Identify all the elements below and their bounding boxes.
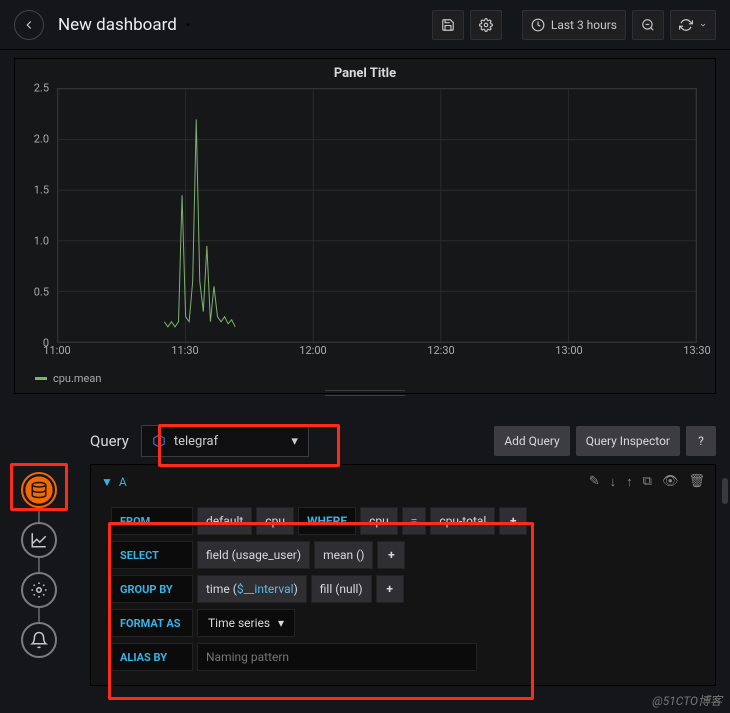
resize-handle[interactable] bbox=[325, 390, 405, 396]
y-axis: 00.51.01.52.02.5 bbox=[15, 88, 55, 343]
query-help-button[interactable]: ? bbox=[686, 426, 716, 456]
watermark-text: @51CTO博客 bbox=[652, 692, 722, 709]
database-icon bbox=[30, 481, 48, 499]
query-header: Query telegraf ▾ Add Query Query Inspect… bbox=[90, 418, 716, 464]
datasource-name: telegraf bbox=[174, 434, 218, 449]
query-body: Query telegraf ▾ Add Query Query Inspect… bbox=[90, 418, 716, 713]
groupby-time-suffix: ) bbox=[294, 582, 298, 596]
gear-bug-icon bbox=[30, 581, 48, 599]
legend-label: cpu.mean bbox=[53, 372, 101, 385]
select-keyword: SELECT bbox=[111, 541, 193, 569]
tab-connector bbox=[38, 508, 40, 522]
query-letter: A bbox=[119, 475, 127, 489]
alias-keyword: ALIAS BY bbox=[111, 643, 193, 671]
caret-down-icon: ▾ bbox=[278, 616, 284, 630]
query-row-header[interactable]: ▼ A ✎ ↓ ↑ ⧉ 👁 🗑 bbox=[91, 465, 715, 499]
where-keyword: WHERE bbox=[298, 507, 356, 535]
tab-connector bbox=[38, 558, 40, 572]
panel: Panel Title 00.51.01.52.02.5 11:0011:301… bbox=[14, 58, 716, 394]
edit-icon[interactable]: ✎ bbox=[589, 474, 600, 490]
refresh-button[interactable] bbox=[670, 10, 716, 40]
query-list: ▼ A ✎ ↓ ↑ ⧉ 👁 🗑 FROM default cpu WHERE bbox=[90, 464, 716, 686]
panel-title[interactable]: Panel Title bbox=[15, 59, 715, 88]
add-query-button[interactable]: Add Query bbox=[494, 426, 569, 456]
tab-queries[interactable] bbox=[21, 472, 57, 508]
legend-swatch bbox=[35, 377, 47, 380]
where-value-segment[interactable]: cpu-total bbox=[430, 507, 495, 535]
where-tag-segment[interactable]: cpu bbox=[360, 507, 398, 535]
add-where-button[interactable]: + bbox=[499, 507, 527, 535]
move-up-icon[interactable]: ↑ bbox=[626, 474, 633, 490]
zoom-out-button[interactable] bbox=[632, 10, 664, 40]
format-row: FORMAT AS Time series ▾ bbox=[111, 607, 705, 639]
query-row-actions: ✎ ↓ ↑ ⧉ 👁 🗑 bbox=[589, 474, 705, 490]
from-keyword: FROM bbox=[111, 507, 193, 535]
x-axis: 11:0011:3012:0012:3013:0013:30 bbox=[57, 344, 697, 364]
chart-icon bbox=[30, 531, 48, 549]
where-operator-segment[interactable]: = bbox=[402, 507, 427, 535]
query-inspector-button[interactable]: Query Inspector bbox=[576, 426, 680, 456]
gear-icon bbox=[479, 18, 493, 32]
save-icon bbox=[441, 18, 455, 32]
measurement-segment[interactable]: cpu bbox=[256, 507, 294, 535]
datasource-select[interactable]: telegraf ▾ bbox=[141, 425, 309, 457]
groupby-time-segment[interactable]: time ($__interval) bbox=[197, 575, 307, 603]
alias-row: ALIAS BY bbox=[111, 641, 705, 673]
alias-input[interactable] bbox=[197, 643, 477, 671]
bell-icon bbox=[30, 631, 48, 649]
settings-button[interactable] bbox=[470, 10, 502, 40]
back-button[interactable] bbox=[14, 10, 44, 40]
from-row: FROM default cpu WHERE cpu = cpu-total + bbox=[111, 505, 705, 537]
top-toolbar: New dashboard Last 3 hours bbox=[0, 0, 730, 50]
groupby-time-var: $__interval bbox=[237, 582, 294, 596]
format-value: Time series bbox=[208, 616, 270, 630]
tab-alert[interactable] bbox=[21, 622, 57, 658]
tab-connector bbox=[38, 608, 40, 622]
plot-area[interactable] bbox=[57, 88, 697, 343]
toolbar-right-group: Last 3 hours bbox=[432, 10, 716, 40]
add-groupby-button[interactable]: + bbox=[376, 575, 404, 603]
dashboard-title-dropdown[interactable]: New dashboard bbox=[58, 15, 193, 35]
arrow-left-icon bbox=[22, 18, 36, 32]
toggle-visibility-icon[interactable]: 👁 bbox=[662, 474, 679, 490]
influxdb-icon bbox=[152, 434, 166, 448]
add-select-button[interactable]: + bbox=[377, 541, 405, 569]
query-rows: FROM default cpu WHERE cpu = cpu-total +… bbox=[91, 499, 715, 685]
time-range-text: Last 3 hours bbox=[551, 18, 617, 32]
tab-visualization[interactable] bbox=[21, 522, 57, 558]
save-button[interactable] bbox=[432, 10, 464, 40]
format-keyword: FORMAT AS bbox=[111, 609, 193, 637]
move-down-icon[interactable]: ↓ bbox=[610, 474, 617, 490]
time-range-button[interactable]: Last 3 hours bbox=[522, 10, 626, 40]
format-select[interactable]: Time series ▾ bbox=[197, 609, 295, 637]
duplicate-icon[interactable]: ⧉ bbox=[643, 474, 652, 490]
select-agg-segment[interactable]: mean () bbox=[314, 541, 373, 569]
caret-down-icon: ▾ bbox=[291, 434, 298, 449]
caret-down-icon bbox=[699, 21, 707, 29]
scrollbar-thumb[interactable] bbox=[722, 478, 728, 504]
delete-icon[interactable]: 🗑 bbox=[688, 474, 705, 490]
select-row: SELECT field (usage_user) mean () + bbox=[111, 539, 705, 571]
caret-down-icon bbox=[183, 20, 193, 30]
panel-editor: Query telegraf ▾ Add Query Query Inspect… bbox=[14, 418, 716, 713]
dashboard-title-text: New dashboard bbox=[58, 15, 177, 35]
query-section-title: Query bbox=[90, 432, 129, 450]
retention-policy-segment[interactable]: default bbox=[197, 507, 252, 535]
editor-tab-sidebar bbox=[14, 464, 64, 666]
caret-down-icon: ▼ bbox=[101, 475, 113, 489]
groupby-row: GROUP BY time ($__interval) fill (null) … bbox=[111, 573, 705, 605]
zoom-out-icon bbox=[641, 18, 655, 32]
clock-icon bbox=[531, 18, 545, 32]
refresh-icon bbox=[679, 18, 693, 32]
select-field-segment[interactable]: field (usage_user) bbox=[197, 541, 310, 569]
tab-general[interactable] bbox=[21, 572, 57, 608]
groupby-fill-segment[interactable]: fill (null) bbox=[311, 575, 372, 603]
groupby-keyword: GROUP BY bbox=[111, 575, 193, 603]
chart-area[interactable]: 00.51.01.52.02.5 11:0011:3012:0012:3013:… bbox=[15, 88, 715, 368]
plot-svg bbox=[58, 89, 696, 342]
groupby-time-prefix: time ( bbox=[206, 582, 237, 596]
